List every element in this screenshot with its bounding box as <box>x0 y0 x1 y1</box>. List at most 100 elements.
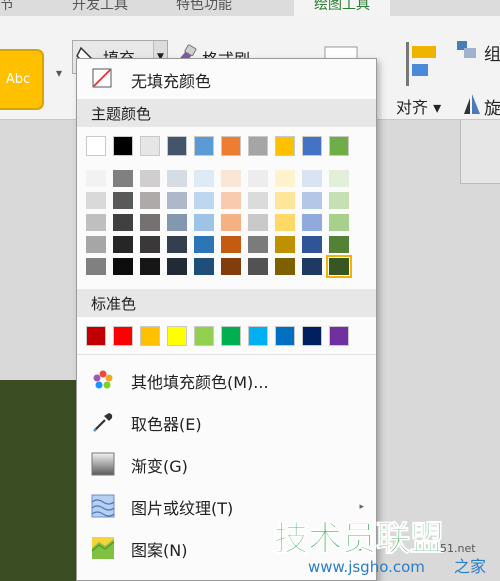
theme-color-swatch[interactable] <box>86 136 106 156</box>
standard-color-swatch[interactable] <box>302 326 322 346</box>
theme-color-swatch[interactable] <box>140 136 160 156</box>
theme-shade-swatch[interactable] <box>221 236 241 253</box>
theme-shade-swatch[interactable] <box>167 192 187 209</box>
tab-section[interactable]: 节 <box>0 0 14 14</box>
theme-shade-swatch[interactable] <box>329 214 349 231</box>
watermark-url-partial: 51.net <box>440 542 476 555</box>
theme-shade-swatch[interactable] <box>302 236 322 253</box>
eyedropper-item[interactable]: 取色器(E) <box>77 404 376 442</box>
standard-color-swatch[interactable] <box>248 326 268 346</box>
theme-shade-swatch[interactable] <box>302 214 322 231</box>
tab-special-features[interactable]: 特色功能 <box>176 0 232 14</box>
theme-shade-swatch[interactable] <box>248 258 268 275</box>
theme-shade-swatch[interactable] <box>275 258 295 275</box>
theme-shade-swatch[interactable] <box>275 170 295 187</box>
theme-shade-swatch[interactable] <box>302 170 322 187</box>
more-fill-colors-item[interactable]: 其他填充颜色(M)... <box>77 362 376 400</box>
rotate-icon[interactable] <box>462 92 482 120</box>
theme-shade-swatch[interactable] <box>275 214 295 231</box>
theme-shade-swatch[interactable] <box>167 236 187 253</box>
gradient-item[interactable]: 渐变(G) <box>77 446 376 484</box>
theme-shade-swatch[interactable] <box>113 170 133 187</box>
theme-shade-swatch[interactable] <box>140 192 160 209</box>
tab-drawing-tools[interactable]: 绘图工具 <box>294 0 390 16</box>
theme-shade-swatch[interactable] <box>248 192 268 209</box>
color-wheel-icon <box>91 368 117 394</box>
standard-color-swatch[interactable] <box>140 326 160 346</box>
standard-color-swatch[interactable] <box>221 326 241 346</box>
align-label-text: 对齐 <box>396 98 429 117</box>
align-label[interactable]: 对齐 ▾ <box>396 94 441 118</box>
theme-shade-swatch[interactable] <box>221 258 241 275</box>
theme-shade-swatch[interactable] <box>86 192 106 209</box>
pattern-item[interactable]: 图案(N) ▸ <box>77 530 376 568</box>
theme-shade-swatch[interactable] <box>194 170 214 187</box>
tab-developer-tools[interactable]: 开发工具 <box>72 0 128 14</box>
theme-shade-swatch[interactable] <box>113 258 133 275</box>
theme-shade-swatch[interactable] <box>140 236 160 253</box>
theme-shade-swatch[interactable] <box>329 170 349 187</box>
theme-shade-swatch[interactable] <box>140 258 160 275</box>
theme-shade-swatch[interactable] <box>86 258 106 275</box>
ribbon-tab-strip: 节 开发工具 特色功能 绘图工具 <box>0 0 500 16</box>
theme-shade-swatch[interactable] <box>248 214 268 231</box>
theme-color-swatch[interactable] <box>275 136 295 156</box>
standard-colors-header: 标准色 <box>77 289 376 317</box>
standard-color-swatch[interactable] <box>113 326 133 346</box>
align-icon[interactable] <box>404 42 440 90</box>
theme-color-swatch[interactable] <box>167 136 187 156</box>
standard-color-swatch[interactable] <box>86 326 106 346</box>
no-fill-icon <box>91 67 117 93</box>
theme-shade-swatch[interactable] <box>221 170 241 187</box>
menu-separator <box>77 354 376 355</box>
theme-color-swatch[interactable] <box>329 136 349 156</box>
more-fill-colors-label: 其他填充颜色(M)... <box>131 373 269 392</box>
theme-shade-swatch[interactable] <box>329 236 349 253</box>
theme-shade-swatch[interactable] <box>167 214 187 231</box>
theme-shade-swatch[interactable] <box>326 255 352 278</box>
theme-shade-swatch[interactable] <box>275 192 295 209</box>
pattern-icon <box>91 536 117 562</box>
eyedropper-label: 取色器(E) <box>131 415 202 434</box>
theme-color-swatch[interactable] <box>221 136 241 156</box>
theme-shade-swatch[interactable] <box>86 236 106 253</box>
theme-shade-swatch[interactable] <box>194 236 214 253</box>
theme-shade-swatch[interactable] <box>194 192 214 209</box>
theme-shade-swatch[interactable] <box>140 170 160 187</box>
standard-color-swatch[interactable] <box>329 326 349 346</box>
theme-shade-swatch[interactable] <box>221 192 241 209</box>
rotate-label: 旋 <box>484 99 500 119</box>
theme-shade-swatch[interactable] <box>275 236 295 253</box>
theme-shade-swatch[interactable] <box>221 214 241 231</box>
no-fill-item[interactable]: 无填充颜色 <box>77 61 376 99</box>
group-label: 组 <box>484 45 500 65</box>
standard-color-swatch[interactable] <box>194 326 214 346</box>
theme-colors-header: 主题颜色 <box>77 99 376 127</box>
theme-color-swatch[interactable] <box>113 136 133 156</box>
theme-shade-swatch[interactable] <box>140 214 160 231</box>
theme-color-swatch[interactable] <box>194 136 214 156</box>
style-gallery-more-button[interactable]: ▾ <box>52 66 66 96</box>
theme-shade-swatch[interactable] <box>194 214 214 231</box>
theme-shade-swatch[interactable] <box>329 192 349 209</box>
theme-color-swatch[interactable] <box>302 136 322 156</box>
theme-shade-swatch[interactable] <box>113 236 133 253</box>
theme-shade-swatch[interactable] <box>167 258 187 275</box>
shape-style-swatch[interactable]: Abc <box>0 49 44 110</box>
theme-shade-swatch[interactable] <box>302 258 322 275</box>
theme-shade-swatch[interactable] <box>113 214 133 231</box>
theme-shade-swatch[interactable] <box>86 214 106 231</box>
theme-color-swatch[interactable] <box>248 136 268 156</box>
picture-texture-item[interactable]: 图片或纹理(T) ▸ <box>77 488 376 526</box>
theme-shade-swatch[interactable] <box>248 170 268 187</box>
theme-shade-swatch[interactable] <box>194 258 214 275</box>
standard-color-swatch[interactable] <box>275 326 295 346</box>
theme-shade-swatch[interactable] <box>113 192 133 209</box>
group-icon[interactable] <box>456 40 480 66</box>
theme-shade-swatch[interactable] <box>302 192 322 209</box>
theme-shade-swatch[interactable] <box>167 170 187 187</box>
standard-color-swatch[interactable] <box>167 326 187 346</box>
theme-shade-swatch[interactable] <box>86 170 106 187</box>
theme-shade-swatch[interactable] <box>248 236 268 253</box>
texture-icon <box>91 494 117 520</box>
